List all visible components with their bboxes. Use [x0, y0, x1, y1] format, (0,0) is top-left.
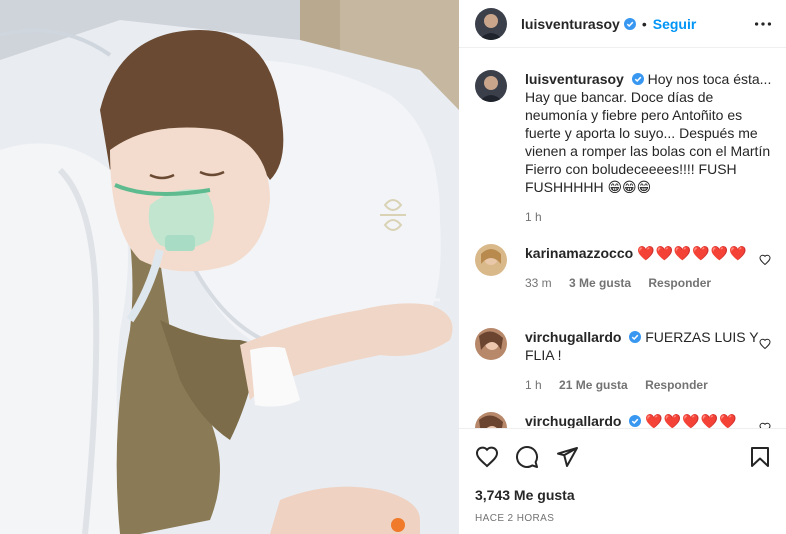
action-bar: [475, 445, 772, 469]
header-separator: •: [641, 15, 647, 32]
verified-badge-icon: [629, 415, 642, 427]
comment-username[interactable]: karinamazzocco: [525, 245, 633, 261]
comment-body: karinamazzocco ❤️❤️❤️❤️❤️❤️: [525, 244, 775, 262]
comment-meta: 1 h 21 Me gusta Responder: [525, 378, 775, 392]
verified-badge-icon: [629, 331, 642, 343]
avatar-image: [475, 70, 507, 102]
caption-time[interactable]: 1 h: [525, 210, 542, 224]
post-timestamp[interactable]: HACE 2 HORAS: [475, 513, 554, 524]
comment-icon[interactable]: [515, 445, 539, 469]
comment-username[interactable]: virchugallardo: [525, 413, 621, 428]
comment-likes[interactable]: 21 Me gusta: [559, 378, 628, 392]
comment-item: karinamazzocco ❤️❤️❤️❤️❤️❤️ 33 m 3 Me gu…: [475, 244, 775, 290]
comment-text: ❤️❤️❤️❤️❤️❤️: [637, 245, 748, 261]
post-caption: luisventurasoy Hoy nos toca ésta... Hay …: [475, 70, 775, 224]
caption-text: Hoy nos toca ésta... Hay que bancar. Doc…: [525, 71, 772, 195]
small-heart-icon[interactable]: [759, 338, 771, 350]
caption-avatar[interactable]: [475, 70, 507, 102]
avatar-image: [475, 412, 507, 428]
post-header: luisventurasoy • Seguir: [459, 0, 786, 48]
comment-likes[interactable]: 3 Me gusta: [569, 276, 631, 290]
comments-list[interactable]: luisventurasoy Hoy nos toca ésta... Hay …: [459, 48, 786, 428]
reply-button[interactable]: Responder: [648, 276, 711, 290]
comment-item: virchugallardo FUERZAS LUIS Y FLIA ! 1 h…: [475, 328, 775, 392]
avatar-image: [475, 7, 507, 40]
post-photo[interactable]: [0, 0, 459, 534]
heart-icon[interactable]: [475, 445, 499, 469]
post-photo-image: [0, 0, 459, 534]
avatar-image: [475, 244, 507, 276]
verified-badge-icon: [623, 17, 636, 30]
post-side-panel: luisventurasoy • Seguir luisventurasoy H…: [459, 0, 786, 534]
commenter-avatar[interactable]: [475, 412, 507, 428]
comment-username[interactable]: virchugallardo: [525, 329, 621, 345]
bookmark-icon[interactable]: [748, 445, 772, 469]
reply-button[interactable]: Responder: [645, 378, 708, 392]
comment-text: ❤️❤️❤️❤️❤️: [645, 413, 738, 428]
avatar-image: [475, 328, 507, 360]
caption-meta: 1 h: [525, 210, 775, 224]
post-footer: 3,743 Me gusta HACE 2 HORAS: [459, 428, 786, 534]
comment-body: virchugallardo ❤️❤️❤️❤️❤️: [525, 412, 775, 428]
more-options-icon[interactable]: [752, 13, 774, 35]
comment-time[interactable]: 1 h: [525, 378, 542, 392]
comment-time[interactable]: 33 m: [525, 276, 552, 290]
author-avatar[interactable]: [475, 7, 507, 40]
caption-body: luisventurasoy Hoy nos toca ésta... Hay …: [525, 70, 775, 196]
share-icon[interactable]: [555, 445, 579, 469]
caption-username[interactable]: luisventurasoy: [525, 71, 624, 87]
author-username[interactable]: luisventurasoy: [521, 16, 620, 32]
follow-button[interactable]: Seguir: [653, 16, 697, 32]
likes-count[interactable]: 3,743 Me gusta: [475, 487, 575, 503]
verified-badge-icon: [631, 73, 644, 85]
commenter-avatar[interactable]: [475, 328, 507, 360]
comment-meta: 33 m 3 Me gusta Responder: [525, 276, 775, 290]
commenter-avatar[interactable]: [475, 244, 507, 276]
comment-body: virchugallardo FUERZAS LUIS Y FLIA !: [525, 328, 775, 364]
small-heart-icon[interactable]: [759, 254, 771, 266]
comment-item: virchugallardo ❤️❤️❤️❤️❤️: [475, 412, 775, 428]
